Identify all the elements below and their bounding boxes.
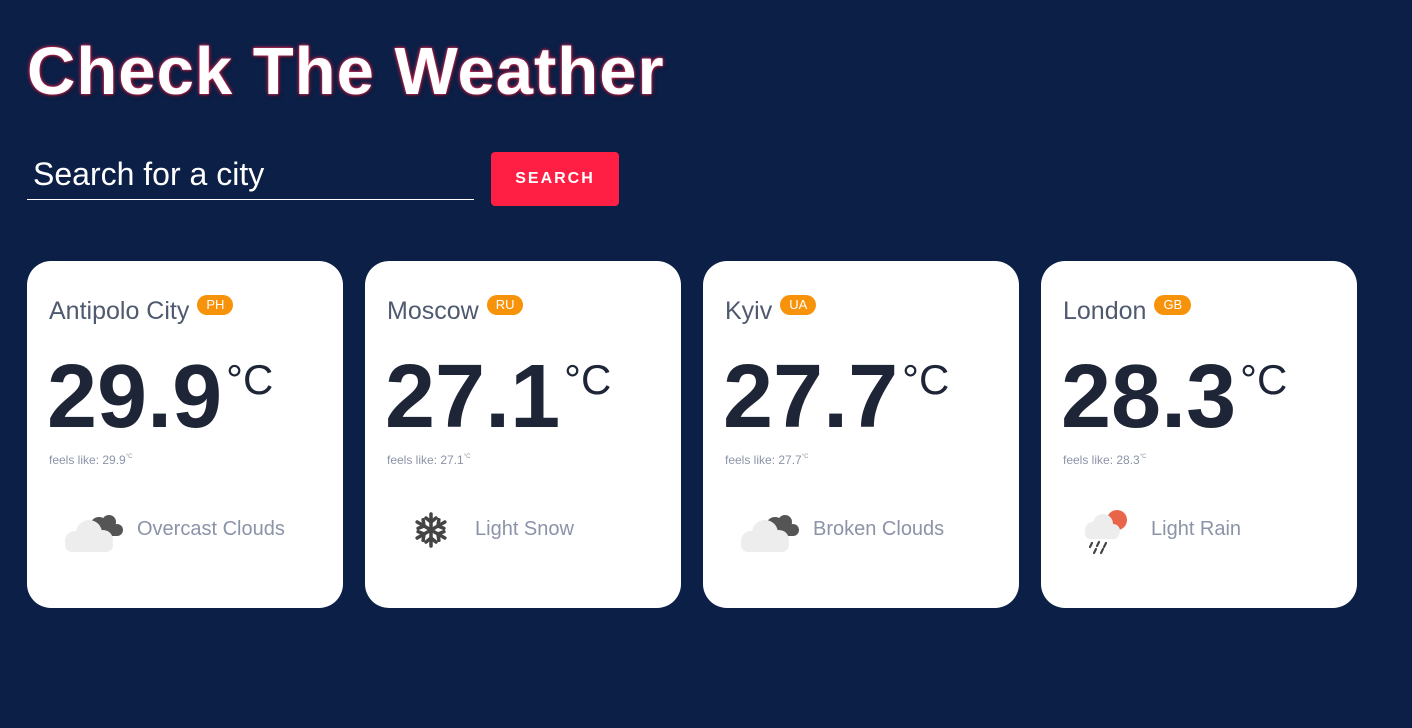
temperature-unit: °C: [902, 356, 950, 403]
feels-like: feels like: 29.9°C: [49, 453, 132, 467]
snowflake-icon: [415, 512, 447, 548]
country-badge: RU: [486, 295, 524, 315]
country-badge: GB: [1154, 295, 1192, 315]
country-badge: PH: [197, 295, 234, 315]
temperature: 27.7 °C: [723, 347, 949, 447]
city-name: London: [1063, 297, 1147, 325]
temperature-value: 27.1: [385, 347, 561, 447]
feels-like-unit: °C: [801, 454, 809, 460]
search-input[interactable]: [27, 150, 474, 200]
temperature-unit: °C: [226, 356, 274, 403]
weather-description: Overcast Clouds: [137, 518, 285, 540]
feels-like-text: feels like: 28.3: [1063, 453, 1140, 467]
weather-card-kyiv: Kyiv UA 27.7 °C feels like: 27.7°C Broke…: [703, 261, 1019, 608]
city-header: London GB: [1063, 295, 1192, 327]
page-title: Check The Weather: [27, 34, 665, 109]
feels-like: feels like: 28.3°C: [1063, 453, 1146, 467]
city-header: Moscow RU: [387, 295, 524, 327]
weather-description: Broken Clouds: [813, 518, 945, 540]
feels-like-unit: °C: [125, 454, 133, 460]
search-button[interactable]: SEARCH: [491, 152, 619, 206]
temperature-value: 27.7: [723, 347, 899, 447]
city-name: Antipolo City: [49, 297, 190, 325]
weather-description: Light Rain: [1151, 518, 1242, 540]
feels-like: feels like: 27.7°C: [725, 453, 808, 467]
temperature: 28.3 °C: [1061, 347, 1287, 447]
temperature: 29.9 °C: [47, 347, 273, 447]
feels-like-text: feels like: 27.1: [387, 453, 464, 467]
temperature-unit: °C: [564, 356, 612, 403]
weather-card-antipolo-city: Antipolo City PH 29.9 °C feels like: 29.…: [27, 261, 343, 608]
broken-clouds-icon: [741, 515, 799, 552]
feels-like: feels like: 27.1°C: [387, 453, 470, 467]
feels-like-unit: °C: [1139, 454, 1147, 460]
temperature: 27.1 °C: [385, 347, 611, 447]
temperature-value: 29.9: [47, 347, 223, 447]
city-header: Kyiv UA: [725, 295, 817, 327]
country-badge: UA: [780, 295, 817, 315]
light-rain-icon: [1085, 510, 1127, 555]
city-header: Antipolo City PH: [49, 295, 234, 327]
weather-description: Light Snow: [475, 518, 574, 540]
temperature-value: 28.3: [1061, 347, 1237, 447]
city-name: Moscow: [387, 297, 479, 325]
feels-like-text: feels like: 29.9: [49, 453, 126, 467]
city-name: Kyiv: [725, 297, 773, 325]
feels-like-unit: °C: [463, 454, 471, 460]
weather-card-moscow: Moscow RU 27.1 °C feels like: 27.1°C Lig…: [365, 261, 681, 608]
weather-card-list: Antipolo City PH 29.9 °C feels like: 29.…: [27, 261, 1357, 608]
overcast-clouds-icon: [65, 515, 123, 552]
weather-card-london: London GB 28.3 °C feels like: 28.3°C Lig…: [1041, 261, 1357, 608]
feels-like-text: feels like: 27.7: [725, 453, 802, 467]
temperature-unit: °C: [1240, 356, 1288, 403]
